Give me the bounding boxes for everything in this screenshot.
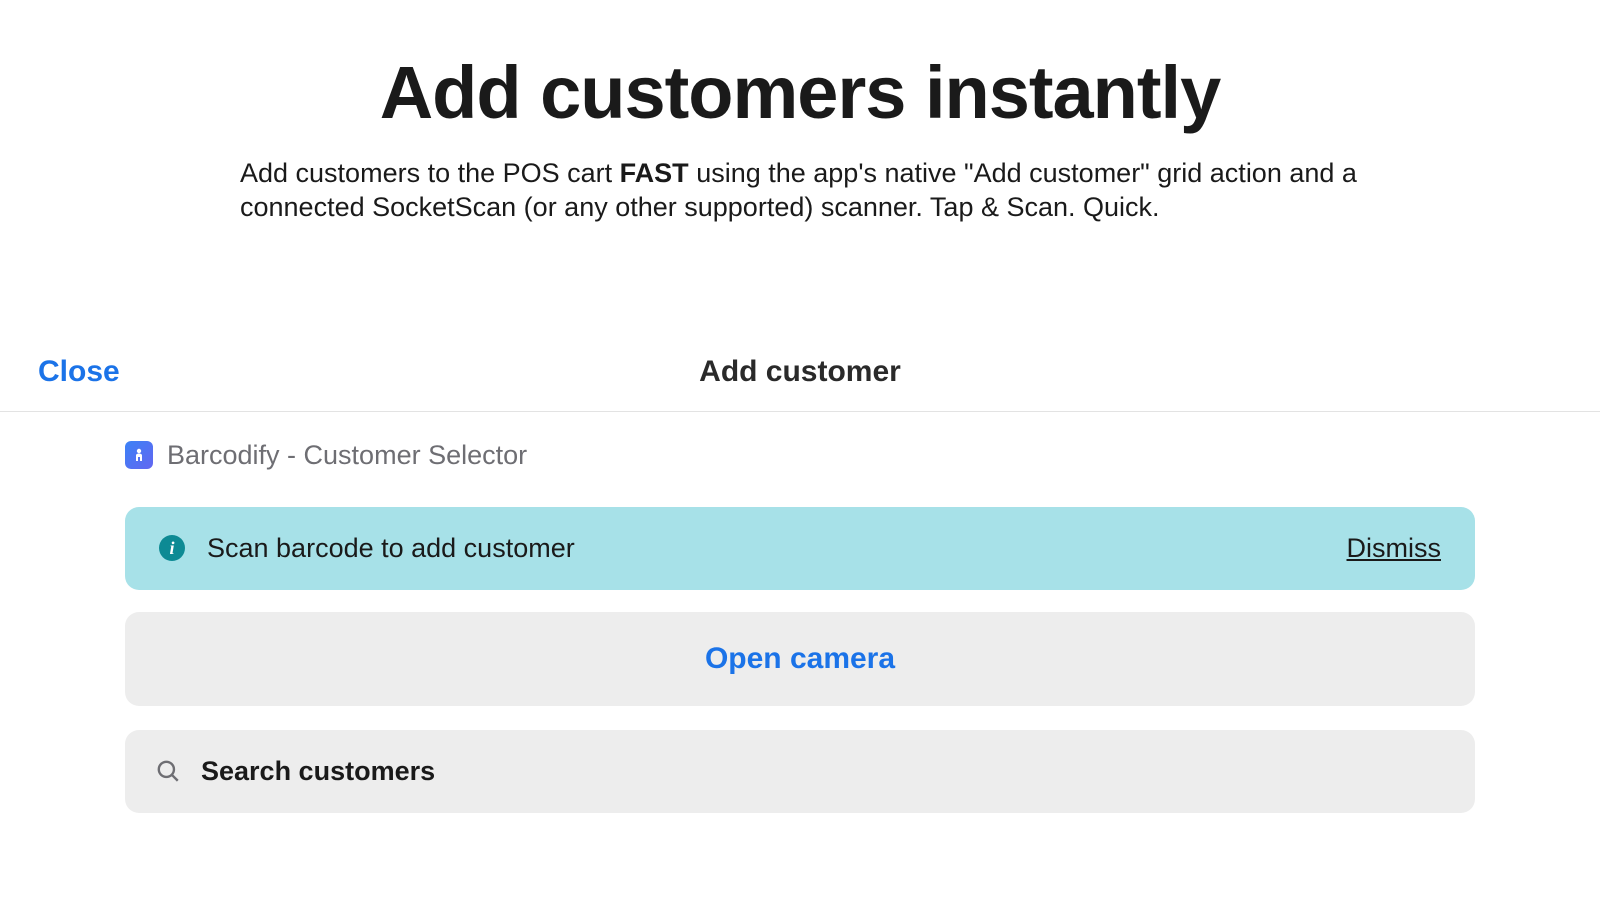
hero-subtitle-bold: FAST: [620, 158, 689, 188]
modal-title: Add customer: [699, 355, 901, 389]
hero-subtitle: Add customers to the POS cart FAST using…: [220, 157, 1380, 225]
app-identity-row: Barcodify - Customer Selector: [125, 440, 1475, 471]
scan-banner: i Scan barcode to add customer Dismiss: [125, 507, 1475, 590]
modal-content: Barcodify - Customer Selector i Scan bar…: [0, 412, 1600, 813]
banner-text: Scan barcode to add customer: [207, 533, 1325, 564]
search-input[interactable]: [201, 756, 1445, 787]
hero-section: Add customers instantly Add customers to…: [0, 0, 1600, 255]
dismiss-button[interactable]: Dismiss: [1347, 533, 1442, 564]
open-camera-button[interactable]: Open camera: [125, 612, 1475, 706]
info-icon: i: [159, 535, 185, 561]
search-icon: [155, 758, 181, 784]
search-customers-field[interactable]: [125, 730, 1475, 813]
modal-header: Close Add customer: [0, 325, 1600, 412]
app-name-label: Barcodify - Customer Selector: [167, 440, 527, 471]
hero-subtitle-pre: Add customers to the POS cart: [240, 158, 620, 188]
hero-title: Add customers instantly: [0, 50, 1600, 135]
app-icon: [125, 441, 153, 469]
close-button[interactable]: Close: [38, 355, 120, 389]
